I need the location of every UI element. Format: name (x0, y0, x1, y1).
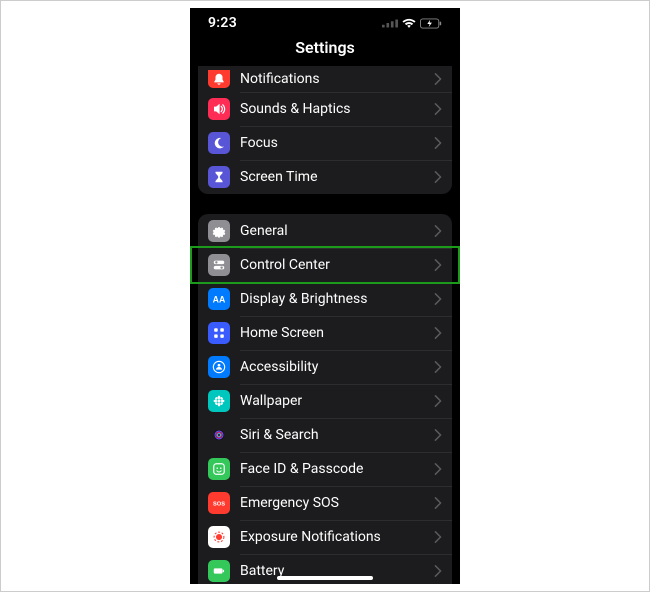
sos-icon (208, 492, 230, 514)
wifi-icon (402, 18, 416, 29)
settings-row-general[interactable]: General (198, 214, 452, 248)
row-label: Control Center (240, 257, 434, 273)
settings-row-exposure-notifications[interactable]: Exposure Notifications (198, 520, 452, 554)
settings-row-emergency-sos[interactable]: Emergency SOS (198, 486, 452, 520)
row-label: Wallpaper (240, 393, 434, 409)
settings-row-display-brightness[interactable]: Display & Brightness (198, 282, 452, 316)
chevron-right-icon (434, 137, 442, 149)
settings-row-sounds-haptics[interactable]: Sounds & Haptics (198, 92, 452, 126)
row-label: Notifications (240, 71, 434, 87)
siri-icon (208, 424, 230, 446)
row-label: Accessibility (240, 359, 434, 375)
chevron-right-icon (434, 463, 442, 475)
settings-row-home-screen[interactable]: Home Screen (198, 316, 452, 350)
home-indicator[interactable] (277, 576, 373, 580)
cellular-icon (382, 18, 398, 28)
exposure-icon (208, 526, 230, 548)
row-label: Emergency SOS (240, 495, 434, 511)
grid-icon (208, 322, 230, 344)
row-label: Sounds & Haptics (240, 101, 434, 117)
row-label: Focus (240, 135, 434, 151)
settings-row-screen-time[interactable]: Screen Time (198, 160, 452, 194)
settings-row-focus[interactable]: Focus (198, 126, 452, 160)
speaker-icon (208, 98, 230, 120)
chevron-right-icon (434, 327, 442, 339)
chevron-right-icon (434, 361, 442, 373)
chevron-right-icon (434, 293, 442, 305)
moon-icon (208, 132, 230, 154)
chevron-right-icon (434, 429, 442, 441)
settings-group: General Control Center Display & Brightnes… (198, 214, 452, 584)
battery-icon (208, 560, 230, 582)
person-icon (208, 356, 230, 378)
page-title: Settings (190, 38, 460, 66)
phone-screen: 9:23 Settings Notifications Sounds & Hapt… (190, 8, 460, 584)
chevron-right-icon (434, 259, 442, 271)
chevron-right-icon (434, 225, 442, 237)
row-label: General (240, 223, 434, 239)
chevron-right-icon (434, 171, 442, 183)
face-icon (208, 458, 230, 480)
battery-charging-icon (420, 18, 442, 29)
settings-row-accessibility[interactable]: Accessibility (198, 350, 452, 384)
chevron-right-icon (434, 531, 442, 543)
status-time: 9:23 (208, 15, 237, 31)
outer-frame: 9:23 Settings Notifications Sounds & Hapt… (0, 0, 650, 592)
chevron-right-icon (434, 565, 442, 577)
aa-icon (208, 288, 230, 310)
settings-row-notifications[interactable]: Notifications (198, 66, 452, 92)
row-label: Display & Brightness (240, 291, 434, 307)
row-label: Screen Time (240, 169, 434, 185)
settings-row-siri-search[interactable]: Siri & Search (198, 418, 452, 452)
row-label: Face ID & Passcode (240, 461, 434, 477)
settings-scroll-area[interactable]: Notifications Sounds & Haptics Focus Screen… (190, 66, 460, 584)
chevron-right-icon (434, 73, 442, 85)
settings-group: Notifications Sounds & Haptics Focus Screen… (198, 66, 452, 194)
settings-row-face-id-passcode[interactable]: Face ID & Passcode (198, 452, 452, 486)
hourglass-icon (208, 166, 230, 188)
flower-icon (208, 390, 230, 412)
status-bar: 9:23 (190, 8, 460, 38)
status-indicators (382, 18, 442, 29)
settings-row-control-center[interactable]: Control Center (198, 248, 452, 282)
chevron-right-icon (434, 103, 442, 115)
chevron-right-icon (434, 395, 442, 407)
row-label: Home Screen (240, 325, 434, 341)
row-label: Exposure Notifications (240, 529, 434, 545)
toggles-icon (208, 254, 230, 276)
bell-icon (208, 70, 230, 88)
row-label: Siri & Search (240, 427, 434, 443)
gear-icon (208, 220, 230, 242)
chevron-right-icon (434, 497, 442, 509)
settings-row-wallpaper[interactable]: Wallpaper (198, 384, 452, 418)
